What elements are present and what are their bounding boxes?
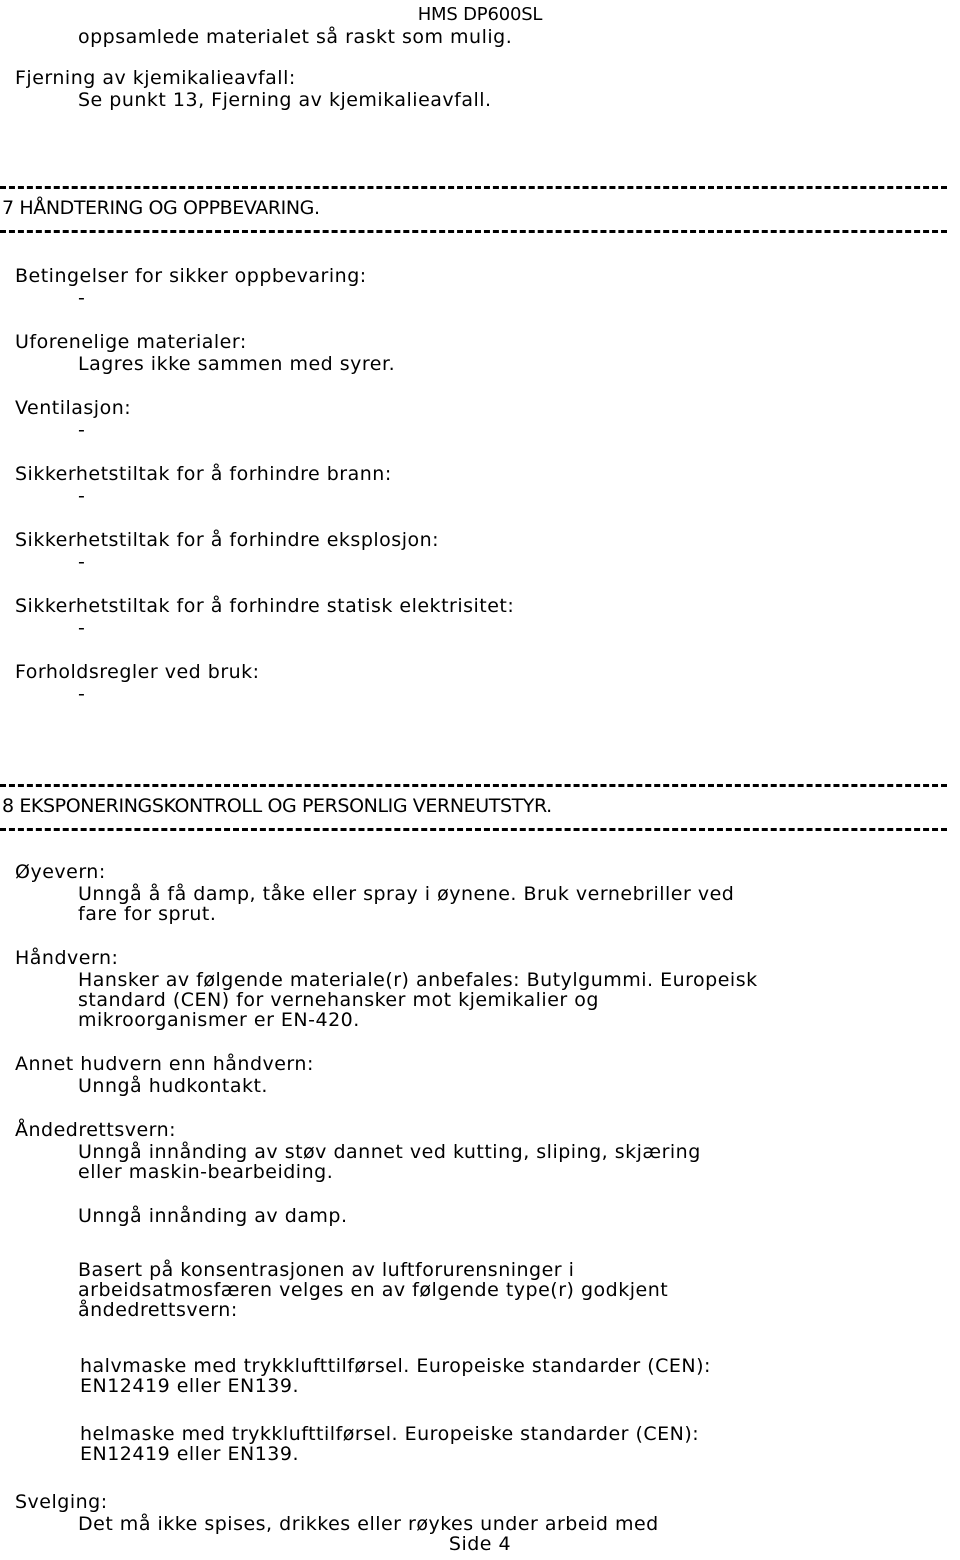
section8-rule-bottom	[0, 828, 947, 831]
body-andedrettsvern-line2: eller maskin-bearbeiding.	[78, 1161, 334, 1183]
heading-fjerning-av-kjemikalieavfall: Fjerning av kjemikalieavfall:	[15, 67, 296, 89]
heading-sikkerhetstiltak-statisk-elektrisitet: Sikkerhetstiltak for å forhindre statisk…	[15, 595, 515, 617]
body-sikkerhetstiltak-statisk-elektrisitet: -	[78, 617, 86, 639]
section8-title: 8 EKSPONERINGSKONTROLL OG PERSONLIG VERN…	[2, 795, 552, 817]
body-betingelser-sikker-oppbevaring: -	[78, 287, 86, 309]
document-page: HMS DP600SL oppsamlede materialet så ras…	[0, 0, 960, 1560]
page-footer-number: Side 4	[448, 1533, 512, 1555]
body-handvern-line3: mikroorganismer er EN-420.	[78, 1009, 360, 1031]
respirator-option-halvmaske-line1: halvmaske med trykklufttilførsel. Europe…	[80, 1355, 711, 1377]
section8-rule-top	[0, 784, 947, 787]
heading-betingelser-sikker-oppbevaring: Betingelser for sikker oppbevaring:	[15, 265, 367, 287]
heading-uforenelige-materialer: Uforenelige materialer:	[15, 331, 247, 353]
heading-handvern: Håndvern:	[15, 947, 119, 969]
body-fjerning-av-kjemikalieavfall: Se punkt 13, Fjerning av kjemikalieavfal…	[78, 89, 492, 111]
body-andedrettsvern-line3: Unngå innånding av damp.	[78, 1205, 348, 1227]
body-oyevern-line2: fare for sprut.	[78, 903, 217, 925]
heading-sikkerhetstiltak-eksplosjon: Sikkerhetstiltak for å forhindre eksplos…	[15, 529, 440, 551]
body-andedrettsvern-line4: Basert på konsentrasjonen av luftforuren…	[78, 1259, 575, 1281]
heading-svelging: Svelging:	[15, 1491, 108, 1513]
section7-rule-bottom	[0, 230, 947, 233]
body-andedrettsvern-line5: arbeidsatmosfæren velges en av følgende …	[78, 1279, 669, 1301]
body-sikkerhetstiltak-eksplosjon: -	[78, 551, 86, 573]
body-handvern-line1: Hansker av følgende materiale(r) anbefal…	[78, 969, 758, 991]
respirator-option-helmaske-line2: EN12419 eller EN139.	[80, 1443, 300, 1465]
continuation-line: oppsamlede materialet så raskt som mulig…	[78, 26, 513, 48]
body-svelging: Det må ikke spises, drikkes eller røykes…	[78, 1513, 659, 1535]
heading-sikkerhetstiltak-brann: Sikkerhetstiltak for å forhindre brann:	[15, 463, 392, 485]
page-header-title: HMS DP600SL	[417, 4, 543, 25]
body-annet-hudvern: Unngå hudkontakt.	[78, 1075, 268, 1097]
section7-title: 7 HÅNDTERING OG OPPBEVARING.	[2, 197, 320, 219]
respirator-option-halvmaske-line2: EN12419 eller EN139.	[80, 1375, 300, 1397]
body-andedrettsvern-line6: åndedrettsvern:	[78, 1299, 238, 1321]
body-handvern-line2: standard (CEN) for vernehansker mot kjem…	[78, 989, 599, 1011]
heading-andedrettsvern: Åndedrettsvern:	[15, 1119, 177, 1141]
heading-oyevern: Øyevern:	[15, 861, 106, 883]
body-sikkerhetstiltak-brann: -	[78, 485, 86, 507]
section7-rule-top	[0, 186, 947, 189]
body-uforenelige-materialer: Lagres ikke sammen med syrer.	[78, 353, 396, 375]
respirator-option-helmaske-line1: helmaske med trykklufttilførsel. Europei…	[80, 1423, 700, 1445]
body-ventilasjon: -	[78, 419, 86, 441]
heading-annet-hudvern: Annet hudvern enn håndvern:	[15, 1053, 314, 1075]
body-forholdsregler-ved-bruk: -	[78, 683, 86, 705]
heading-ventilasjon: Ventilasjon:	[15, 397, 132, 419]
body-andedrettsvern-line1: Unngå innånding av støv dannet ved kutti…	[78, 1141, 701, 1163]
body-oyevern-line1: Unngå å få damp, tåke eller spray i øyne…	[78, 883, 735, 905]
heading-forholdsregler-ved-bruk: Forholdsregler ved bruk:	[15, 661, 260, 683]
